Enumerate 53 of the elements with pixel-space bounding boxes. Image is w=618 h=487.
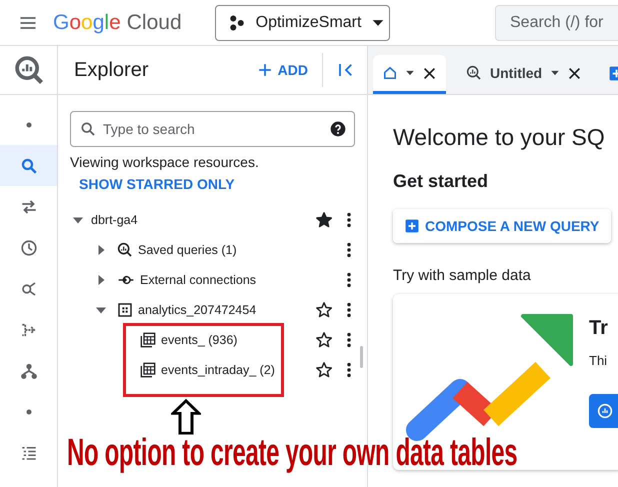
up-arrow-icon [171,399,201,435]
add-button[interactable]: ADD [252,58,314,82]
close-icon [568,66,582,80]
dot-icon[interactable] [26,122,32,128]
transfer-icon[interactable] [20,198,38,216]
welcome-title: Welcome to your SQ [393,124,606,151]
grid-icon [117,302,133,318]
card-title: Tr [589,317,609,340]
tree-item[interactable]: analytics_207472454 [138,303,256,317]
query-icon [117,242,133,258]
project-picker[interactable]: OptimizeSmart [214,4,390,40]
close-icon [423,66,436,80]
logo-product: Cloud [126,10,182,34]
search-icon [80,121,96,137]
card-button[interactable] [589,394,618,428]
section-heading: Try with sample data [393,267,532,284]
star-outline-icon[interactable] [315,301,333,319]
plus-icon [258,63,272,77]
annotation-text: No option to create your own data tables [67,432,518,475]
star-icon[interactable] [315,211,333,229]
show-starred-link[interactable]: SHOW STARRED ONLY [79,176,235,192]
dropdown-icon [405,68,415,78]
card-text: Thi [589,353,608,368]
dot-icon[interactable] [26,408,32,414]
info-text: Viewing workspace resources. [70,154,260,170]
star-outline-icon[interactable] [315,361,333,379]
tree-item[interactable]: Saved queries (1) [138,243,237,257]
hierarchy-icon[interactable] [20,362,38,380]
table-icon [140,332,156,348]
logo-word[interactable]: Google [53,10,121,34]
help-icon[interactable] [330,121,346,137]
tree-item[interactable]: events_intraday_ (2) [161,363,275,377]
search-icon[interactable] [20,156,38,174]
dropdown-icon [550,68,560,78]
query-icon [466,65,482,81]
bigquery-icon[interactable] [14,55,44,85]
table-icon [140,362,156,378]
tree-item[interactable]: events_ (936) [161,333,238,347]
star-outline-icon[interactable] [315,331,333,349]
clock-icon[interactable] [20,238,38,256]
home-icon [383,66,397,80]
nodes-icon[interactable] [20,280,38,298]
plus-box-icon [405,219,419,233]
tree-item[interactable]: External connections [140,273,256,287]
search-field[interactable]: Type to search [70,111,355,147]
collapse-icon[interactable] [337,61,355,79]
chart-icon [597,403,613,419]
editor-tab[interactable] [373,55,446,94]
compose-query-button[interactable]: COMPOSE A NEW QUERY [393,209,612,243]
scrollbar[interactable] [360,346,363,368]
panel-title: Explorer [74,58,148,82]
tree-item[interactable]: dbrt-ga4 [91,213,138,227]
section-heading: Get started [393,171,490,192]
